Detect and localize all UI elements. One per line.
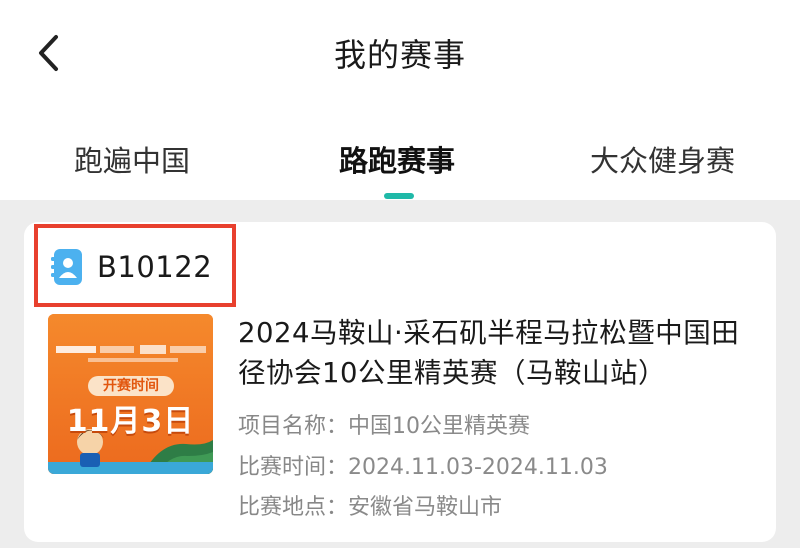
tab-bar: 跑遍中国 路跑赛事 大众健身赛	[0, 108, 800, 200]
tab-public-fitness[interactable]: 大众健身赛	[590, 138, 735, 180]
poster-date: 11月3日	[66, 404, 195, 439]
page-title: 我的赛事	[333, 36, 466, 74]
info-value: 2024.11.03-2024.11.03	[348, 455, 608, 480]
info-label: 比赛地点：	[238, 495, 349, 520]
app-header: 我的赛事	[0, 0, 800, 108]
info-value: 安徽省马鞍山市	[348, 495, 503, 520]
info-label: 比赛时间：	[238, 455, 349, 480]
tab-road-running[interactable]: 路跑赛事	[339, 138, 455, 180]
poster-date-label: 开赛时间	[88, 376, 174, 396]
active-tab-indicator	[384, 193, 414, 199]
info-label: 项目名称：	[238, 414, 349, 439]
info-value: 中国10公里精英赛	[348, 414, 531, 439]
info-row-project: 项目名称：中国10公里精英赛	[238, 408, 530, 440]
event-poster[interactable]: 开赛时间 11月3日	[48, 314, 213, 474]
event-name[interactable]: 2024马鞍山·采石矶半程马拉松暨中国田径协会10公里精英赛（马鞍山站）	[238, 313, 763, 393]
info-row-location: 比赛地点：安徽省马鞍山市	[238, 489, 502, 521]
tab-pao-bian-zhongguo[interactable]: 跑遍中国	[74, 138, 190, 180]
highlight-box	[34, 224, 236, 307]
info-row-time: 比赛时间：2024.11.03-2024.11.03	[238, 449, 608, 481]
